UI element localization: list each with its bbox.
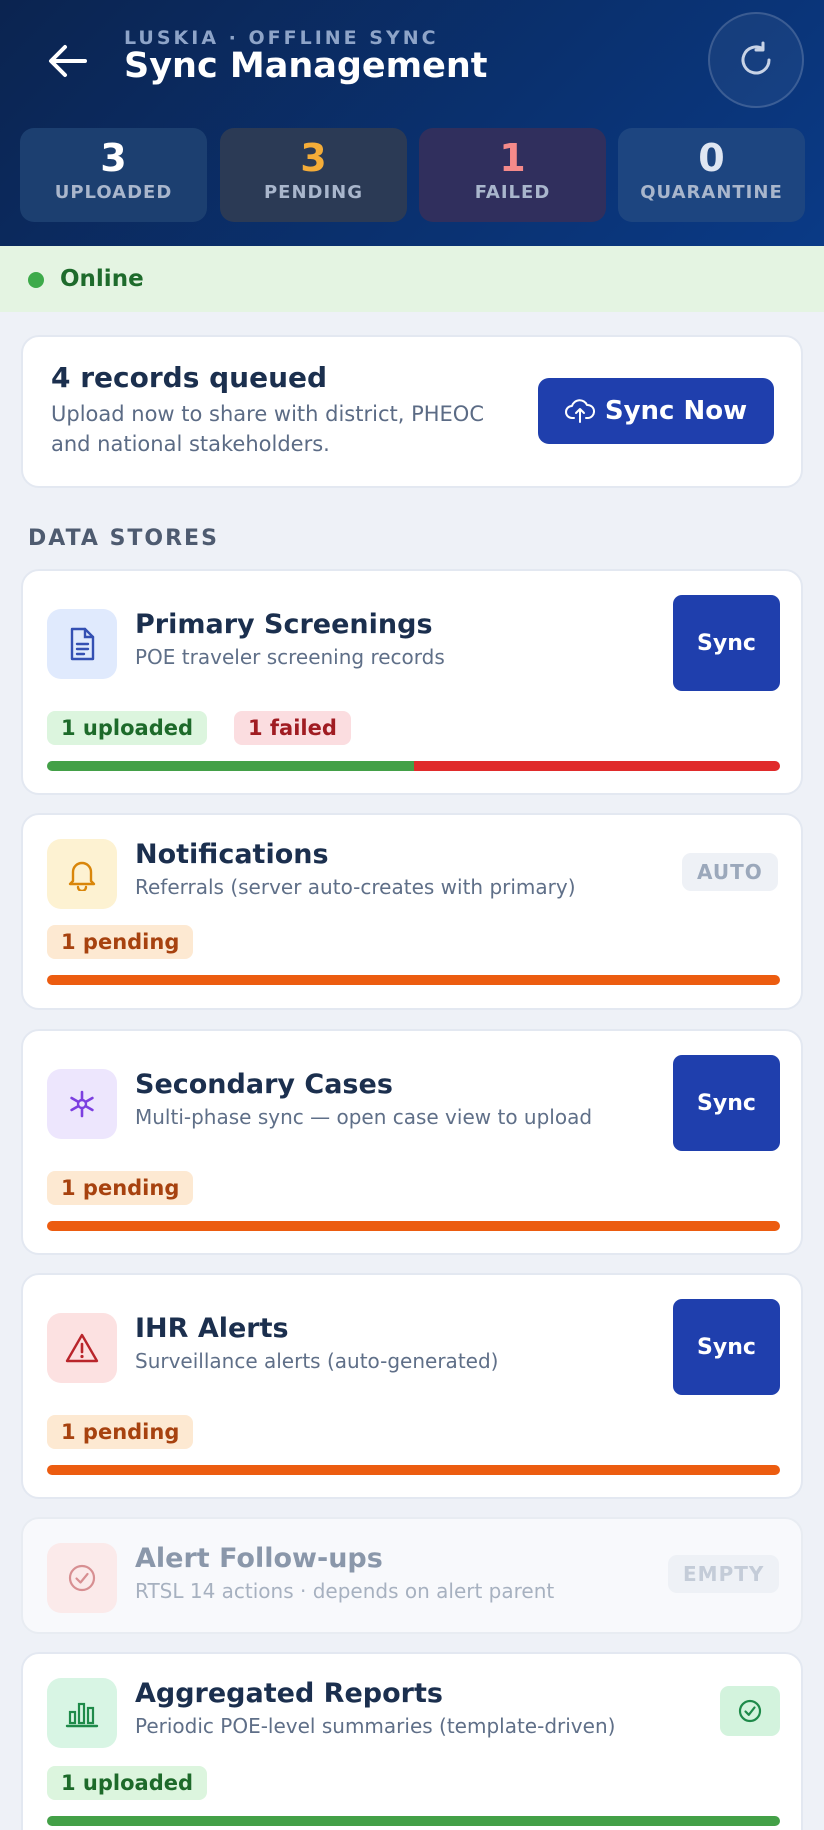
store-description: Multi-phase sync — open case view to upl… [135, 1105, 593, 1129]
cloud-upload-icon [564, 399, 595, 423]
stat-value: 3 [300, 136, 327, 180]
stat-label: PENDING [263, 182, 364, 203]
store-icon-tile [47, 1313, 117, 1383]
page-title: Sync Management [124, 46, 488, 86]
stat-failed: 1 FAILED [419, 128, 606, 222]
app-header: LUSKIA · OFFLINE SYNC Sync Management 3 … [0, 0, 824, 246]
asterisk-icon [70, 1090, 94, 1118]
document-icon [70, 627, 95, 661]
badge-failed: 1 failed [234, 711, 351, 745]
connection-status-label: Online [60, 266, 144, 292]
sync-now-button[interactable]: Sync Now [538, 378, 774, 444]
arrow-left-icon [49, 45, 87, 77]
refresh-button[interactable] [708, 12, 804, 108]
queue-summary-card: 4 records queued Upload now to share wit… [21, 335, 803, 488]
store-name: Secondary Cases [135, 1069, 393, 1100]
bar-chart-icon [65, 1702, 99, 1728]
progress-uploaded-segment [47, 761, 414, 771]
progress-pending-segment [47, 975, 780, 985]
stat-label: FAILED [474, 182, 551, 203]
stat-label: UPLOADED [54, 182, 173, 203]
store-description: Referrals (server auto-creates with prim… [135, 875, 576, 899]
progress-failed-segment [413, 761, 780, 771]
store-name: Alert Follow-ups [135, 1543, 383, 1574]
queue-title: 4 records queued [51, 361, 328, 394]
refresh-icon [741, 41, 771, 75]
badge-pending: 1 pending [47, 1415, 194, 1449]
store-icon-tile [47, 1069, 117, 1139]
store-name: Primary Screenings [135, 609, 433, 640]
empty-tag: EMPTY [668, 1555, 780, 1593]
store-card-secondary-cases: Secondary Cases Multi-phase sync — open … [21, 1029, 803, 1255]
warning-triangle-icon [65, 1333, 99, 1363]
stat-value: 1 [499, 136, 526, 180]
back-button[interactable] [42, 38, 92, 84]
check-circle-icon [738, 1699, 762, 1723]
store-card-aggregated-reports: Aggregated Reports Periodic POE-level su… [21, 1652, 803, 1830]
progress-pending-segment [47, 1221, 780, 1231]
sync-now-label: Sync Now [604, 396, 748, 426]
progress-bar [47, 975, 780, 985]
store-card-ihr-alerts: IHR Alerts Surveillance alerts (auto-gen… [21, 1273, 803, 1499]
store-description: RTSL 14 actions · depends on alert paren… [135, 1579, 555, 1603]
progress-pending-segment [47, 1465, 780, 1475]
progress-bar [47, 1221, 780, 1231]
badge-uploaded: 1 uploaded [47, 711, 208, 745]
store-icon-tile [47, 839, 117, 909]
badge-uploaded: 1 uploaded [47, 1766, 208, 1800]
progress-uploaded-segment [47, 1816, 780, 1826]
store-icon-tile [47, 1543, 117, 1613]
store-name: Aggregated Reports [135, 1678, 443, 1709]
store-description: POE traveler screening records [135, 645, 445, 669]
badge-pending: 1 pending [47, 925, 194, 959]
progress-bar [47, 1816, 780, 1826]
store-name: IHR Alerts [135, 1313, 289, 1344]
store-card-primary-screenings: Primary Screenings POE traveler screenin… [21, 569, 803, 795]
store-description: Periodic POE-level summaries (template-d… [135, 1714, 616, 1738]
store-name: Notifications [135, 839, 329, 870]
stat-value: 3 [100, 136, 127, 180]
store-card-alert-follow-ups: Alert Follow-ups RTSL 14 actions · depen… [21, 1517, 803, 1634]
badge-pending: 1 pending [47, 1171, 194, 1205]
sync-button[interactable]: Sync [673, 1299, 780, 1395]
auto-tag: AUTO [682, 853, 778, 891]
sync-button[interactable]: Sync [673, 1055, 780, 1151]
stat-uploaded: 3 UPLOADED [20, 128, 207, 222]
progress-bar [47, 761, 780, 771]
store-icon-tile [47, 1678, 117, 1748]
stat-quarantine: 0 QUARANTINE [618, 128, 805, 222]
store-icon-tile [47, 609, 117, 679]
status-dot-icon [28, 272, 44, 288]
section-title-data-stores: DATA STORES [28, 526, 219, 551]
progress-bar [47, 1465, 780, 1475]
queue-subtitle: Upload now to share with district, PHEOC… [51, 402, 484, 456]
store-card-notifications: Notifications Referrals (server auto-cre… [21, 813, 803, 1010]
store-description: Surveillance alerts (auto-generated) [135, 1349, 499, 1373]
bell-icon [68, 861, 96, 891]
check-circle-icon [68, 1564, 96, 1592]
stat-label: QUARANTINE [640, 182, 783, 203]
synced-status-badge [720, 1686, 780, 1736]
sync-button[interactable]: Sync [673, 595, 780, 691]
stat-value: 0 [698, 136, 725, 180]
stat-pending: 3 PENDING [220, 128, 407, 222]
